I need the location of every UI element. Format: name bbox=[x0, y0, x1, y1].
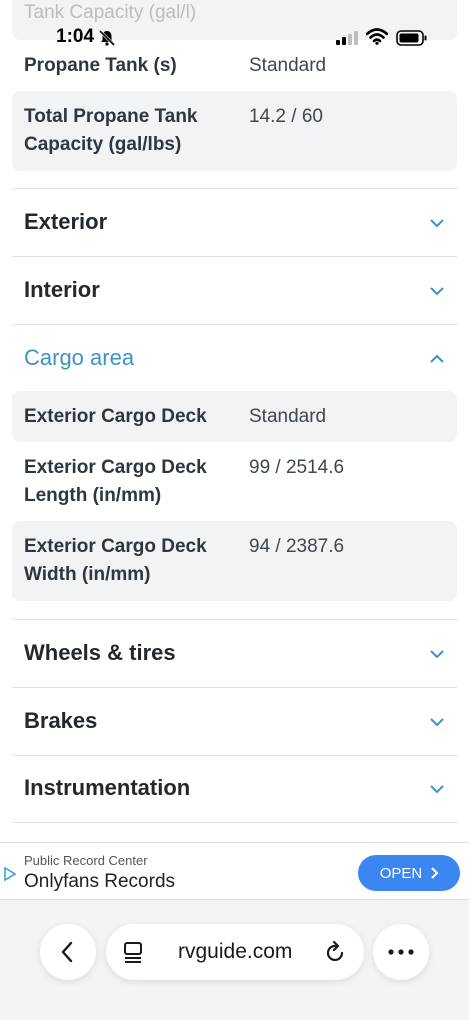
section-interior[interactable]: Interior bbox=[12, 257, 457, 325]
spec-value: 14.2 / 60 bbox=[249, 106, 323, 127]
cellular-signal-icon bbox=[336, 31, 358, 45]
faded-spec-label: Tank Capacity (gal/l) bbox=[24, 2, 197, 23]
section-title: Instrumentation bbox=[24, 775, 191, 800]
ad-open-label: OPEN bbox=[379, 864, 423, 882]
bell-off-icon bbox=[98, 29, 116, 47]
back-button[interactable] bbox=[40, 924, 96, 980]
spec-label: Propane Tank (s) bbox=[24, 55, 177, 76]
chevron-left-icon bbox=[61, 941, 73, 963]
section-title: Brakes bbox=[24, 708, 98, 733]
chevron-down-icon bbox=[430, 785, 444, 794]
spec-row-total-propane-capacity: Total Propane Tank Capacity (gal/lbs) 14… bbox=[12, 91, 457, 171]
section-brakes[interactable]: Brakes bbox=[12, 688, 457, 756]
reload-icon[interactable] bbox=[325, 940, 347, 964]
ad-banner[interactable]: Public Record Center Onlyfans Records OP… bbox=[0, 842, 469, 900]
spec-row-cargo-deck-length: Exterior Cargo Deck Length (in/mm) 99 / … bbox=[12, 442, 457, 522]
chevron-down-icon bbox=[430, 219, 444, 228]
chevron-up-icon bbox=[430, 354, 444, 363]
spec-row-exterior-cargo-deck: Exterior Cargo Deck Standard bbox=[12, 391, 457, 442]
spec-label: Exterior Cargo Deck Length (in/mm) bbox=[24, 457, 207, 506]
ad-choices-icon[interactable] bbox=[4, 867, 16, 881]
section-title: Exterior bbox=[24, 209, 108, 234]
spec-value: Standard bbox=[249, 55, 327, 76]
ad-source-label: Public Record Center bbox=[24, 853, 148, 868]
chevron-right-icon bbox=[431, 867, 439, 879]
ad-title: Onlyfans Records bbox=[24, 871, 176, 892]
section-instrumentation[interactable]: Instrumentation bbox=[12, 755, 457, 823]
section-title: Wheels & tires bbox=[24, 640, 176, 665]
spec-value: Standard bbox=[249, 406, 327, 427]
chevron-down-icon bbox=[430, 287, 444, 296]
chevron-down-icon bbox=[430, 650, 444, 659]
chevron-down-icon bbox=[430, 718, 444, 727]
more-options-button[interactable] bbox=[373, 924, 429, 980]
battery-icon bbox=[396, 30, 427, 46]
ad-open-button[interactable]: OPEN bbox=[358, 855, 460, 891]
spec-label: Total Propane Tank Capacity (gal/lbs) bbox=[24, 106, 198, 155]
section-wheels-tires[interactable]: Wheels & tires bbox=[12, 620, 457, 688]
section-title: Cargo area bbox=[24, 345, 135, 370]
spec-label: Exterior Cargo Deck Width (in/mm) bbox=[24, 536, 207, 585]
spec-label: Exterior Cargo Deck bbox=[24, 406, 207, 427]
spec-row-cargo-deck-width: Exterior Cargo Deck Width (in/mm) 94 / 2… bbox=[12, 521, 457, 601]
spec-value: 99 / 2514.6 bbox=[249, 457, 345, 478]
section-title: Interior bbox=[24, 277, 100, 302]
wifi-icon bbox=[366, 28, 388, 45]
more-horizontal-icon bbox=[388, 949, 414, 955]
status-time: 1:04 bbox=[56, 26, 95, 47]
tab-overview-icon[interactable] bbox=[123, 941, 143, 963]
spec-value: 94 / 2387.6 bbox=[249, 536, 345, 557]
section-cargo-area[interactable]: Cargo area bbox=[12, 325, 457, 393]
spec-row-propane-tank: Propane Tank (s) Standard bbox=[12, 48, 457, 88]
url-text[interactable]: rvguide.com bbox=[178, 940, 292, 964]
section-exterior[interactable]: Exterior bbox=[12, 189, 457, 257]
